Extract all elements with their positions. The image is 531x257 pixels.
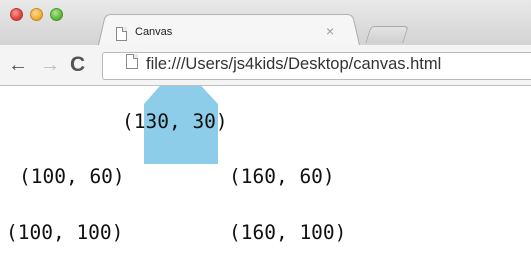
tab-title: Canvas (135, 26, 173, 38)
label-upper-right-vertex: (160, 60) (229, 165, 335, 188)
tab-content: Canvas (116, 22, 172, 42)
page-icon (116, 27, 127, 41)
label-lower-left-vertex: (100, 100) (6, 221, 124, 244)
label-upper-left-vertex: (100, 60) (19, 165, 125, 188)
label-top-vertex: (130, 30) (122, 110, 228, 133)
label-lower-right-vertex: (160, 100) (229, 221, 347, 244)
page-icon (126, 54, 138, 69)
browser-window: Canvas × ← → C file:///Users/js4kids/Des… (0, 0, 531, 257)
window-minimize-icon[interactable] (30, 8, 43, 21)
forward-arrow-icon[interactable]: → (40, 54, 60, 76)
page-viewport: (130, 30) (100, 60) (160, 60) (100, 100)… (0, 86, 531, 257)
reload-icon[interactable]: C (70, 54, 85, 76)
tab-strip: Canvas × (0, 0, 531, 45)
window-close-icon[interactable] (10, 8, 23, 21)
url-text[interactable]: file:///Users/js4kids/Desktop/canvas.htm… (146, 55, 441, 74)
tab-close-icon[interactable]: × (326, 22, 334, 40)
back-arrow-icon[interactable]: ← (8, 54, 28, 76)
window-zoom-icon[interactable] (50, 8, 63, 21)
new-tab-button[interactable] (365, 26, 409, 43)
